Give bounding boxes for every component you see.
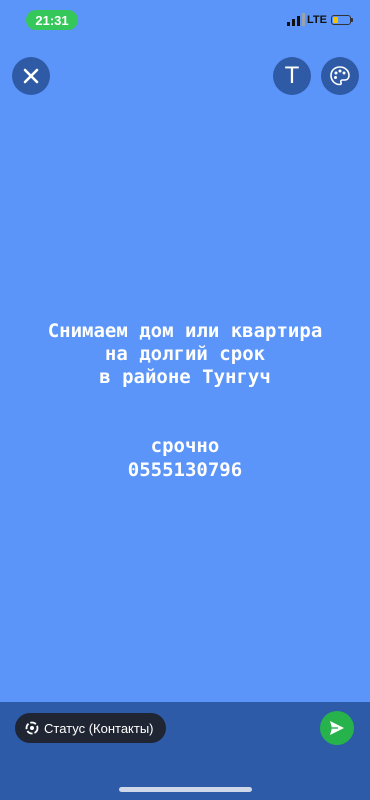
message-line: в районе Тунгуч [99,366,271,388]
close-button[interactable] [12,57,50,95]
palette-button[interactable] [321,57,359,95]
status-bar: 21:31 LTE [0,0,370,44]
battery-level [333,17,338,23]
text-tool-label: T [285,63,299,89]
message-text: Снимаем дом или квартира на долгий срок … [0,320,370,389]
home-indicator[interactable] [119,787,252,792]
send-button[interactable] [320,711,354,745]
text-tool-button[interactable]: T [273,57,311,95]
status-ring-icon [25,721,39,735]
phone-number: 0555130796 [127,459,243,481]
palette-icon [330,66,350,86]
battery-icon [331,15,353,25]
close-icon [23,68,39,84]
message-contact: срочно 0555130796 [0,434,370,482]
status-time[interactable]: 21:31 [26,10,78,30]
urgent-text: срочно [150,435,220,457]
status-audience-button[interactable]: Статус (Контакты) [15,713,166,743]
network-type: LTE [307,14,327,26]
signal-icon [287,13,305,26]
send-icon [330,721,344,735]
bottom-bar: Статус (Контакты) [0,702,370,800]
message-line: на долгий срок [104,343,266,365]
message-line: Снимаем дом или квартира [47,320,323,342]
status-chip-label: Статус (Контакты) [44,720,154,736]
